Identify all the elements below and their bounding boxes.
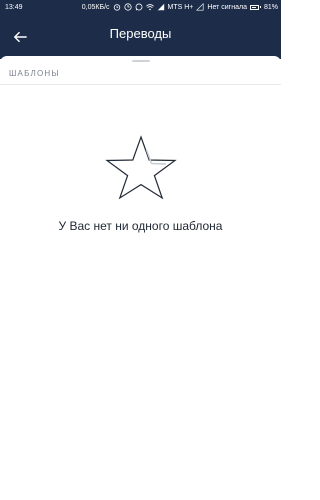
sheet-drag-handle[interactable]	[132, 60, 150, 62]
carrier-1: MTS H+	[167, 3, 194, 11]
network-speed: 0,05КБ/с	[81, 3, 110, 11]
status-time: 13:49	[5, 3, 23, 11]
carrier-2: Нет сигнала	[207, 3, 247, 11]
status-indicators: 0,05КБ/с MTS H+ Нет сигнала 81%	[82, 3, 278, 11]
page-title: Переводы	[109, 26, 172, 41]
whatsapp-icon	[135, 3, 143, 11]
status-bar: 13:49 0,05КБ/с MTS H+ Нет сигнала 81%	[0, 0, 281, 14]
app-bar: Переводы	[0, 14, 281, 59]
battery-percent: 81%	[263, 3, 278, 11]
wifi-icon	[145, 3, 154, 11]
empty-state: У Вас нет ни одного шаблона	[0, 134, 281, 233]
signal-empty-icon	[196, 3, 204, 11]
alarm-icon	[113, 3, 121, 11]
section-header-templates: ШАБЛОНЫ	[9, 69, 60, 78]
templates-sheet: ШАБЛОНЫ У Вас нет ни одного шаблона	[0, 56, 281, 500]
empty-state-message: У Вас нет ни одного шаблона	[58, 219, 223, 233]
divider	[0, 84, 281, 85]
battery-icon	[249, 4, 261, 10]
star-outline-icon	[102, 134, 180, 200]
signal-icon	[157, 3, 165, 11]
clock-icon	[123, 3, 132, 11]
